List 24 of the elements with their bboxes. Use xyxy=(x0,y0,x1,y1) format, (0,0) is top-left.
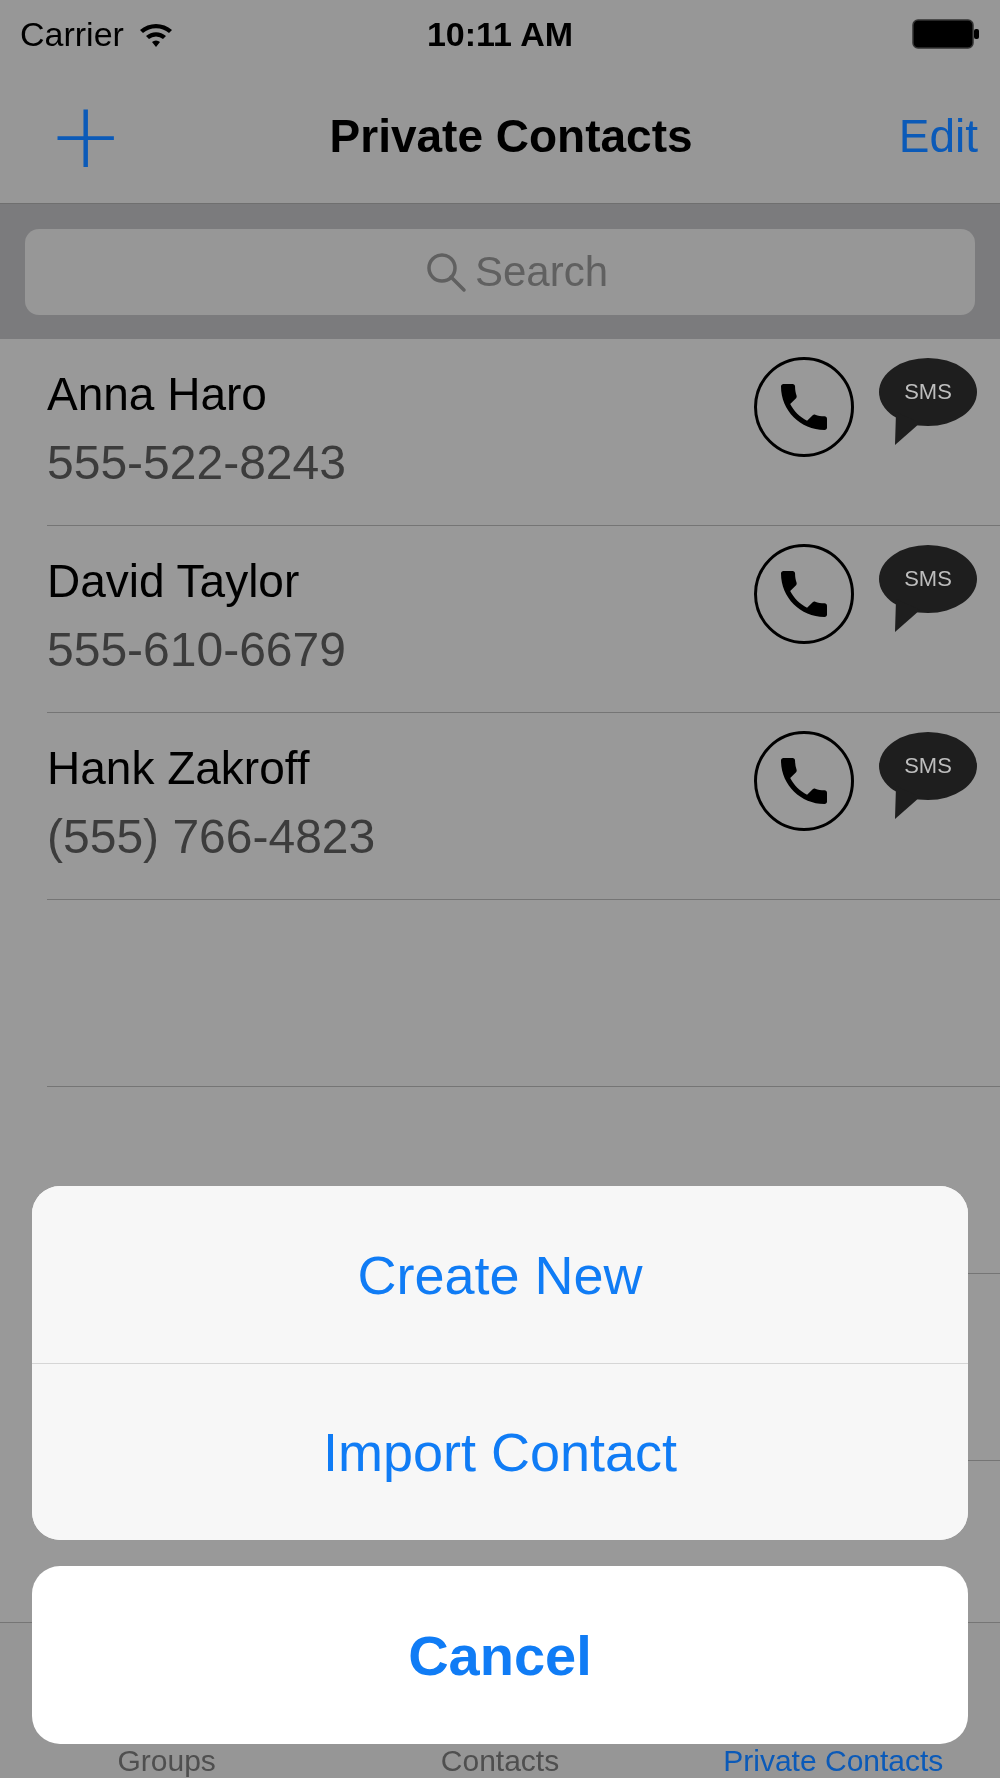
edit-button[interactable]: Edit xyxy=(898,108,978,163)
search-icon xyxy=(425,250,467,293)
battery-icon xyxy=(912,19,980,49)
contact-phone: (555) 766-4823 xyxy=(47,809,377,864)
nav-title: Private Contacts xyxy=(329,108,693,163)
phone-icon xyxy=(781,384,827,430)
call-button[interactable] xyxy=(754,357,854,457)
contact-name: David Taylor xyxy=(47,554,301,608)
phone-icon xyxy=(781,571,827,617)
cancel-button[interactable]: Cancel xyxy=(32,1566,968,1744)
tab-item[interactable]: Private Contacts xyxy=(723,1746,944,1776)
clock-time: 10:11 AM xyxy=(426,14,574,54)
contact-name: Hank Zakroff xyxy=(47,741,311,795)
contact-phone: 555-610-6679 xyxy=(47,622,347,677)
tab-item[interactable]: Contacts xyxy=(440,1746,560,1776)
contact-name: Anna Haro xyxy=(47,367,268,421)
add-button[interactable]: + xyxy=(48,90,124,181)
carrier-label: Carrier xyxy=(20,14,124,54)
action-button[interactable]: Import Contact xyxy=(32,1363,968,1540)
phone-icon xyxy=(781,758,827,804)
contact-phone: 555-522-8243 xyxy=(47,435,347,490)
tab-item[interactable]: Groups xyxy=(117,1746,216,1776)
call-button[interactable] xyxy=(754,544,854,644)
call-button[interactable] xyxy=(754,731,854,831)
